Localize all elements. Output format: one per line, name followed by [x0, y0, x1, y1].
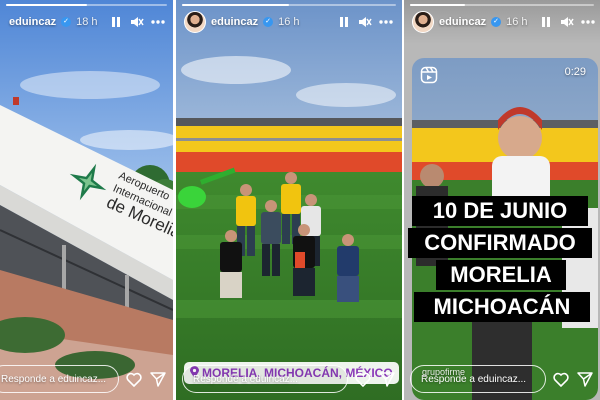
story-header: eduincaz ✓ 16 h [404, 0, 600, 44]
verified-badge-icon: ✓ [263, 17, 274, 27]
pause-icon[interactable] [108, 14, 124, 30]
pause-icon[interactable] [336, 14, 352, 30]
username[interactable]: eduincaz [211, 16, 258, 28]
caption-line-4: MICHOACÁN [414, 292, 590, 322]
mute-icon[interactable] [357, 14, 373, 30]
story-header: eduincaz ✓ 16 h [176, 0, 402, 44]
story-panel-announcement[interactable]: eduincaz ✓ 16 h 0:29 10 DE JUNIO CONFIRM… [404, 0, 600, 400]
heart-icon[interactable] [552, 370, 570, 388]
send-icon[interactable] [378, 370, 396, 388]
story-header: eduincaz ✓ 18 h [0, 0, 173, 44]
verified-badge-icon: ✓ [491, 17, 502, 27]
story-footer: Responde a eduincaz... [182, 364, 396, 394]
story-footer: Responde a eduincaz... [0, 364, 167, 394]
reshare-attribution[interactable]: grupofirme [422, 367, 465, 377]
story-progress-bar [182, 4, 396, 6]
more-icon[interactable] [150, 14, 166, 30]
mute-icon[interactable] [559, 14, 575, 30]
more-icon[interactable] [378, 14, 394, 30]
avatar[interactable] [184, 11, 206, 33]
reply-input[interactable]: Responde a eduincaz... [0, 365, 119, 393]
avatar[interactable] [412, 11, 434, 33]
caption-line-1: 10 DE JUNIO [412, 196, 588, 226]
heart-icon[interactable] [354, 370, 372, 388]
story-panel-stadium[interactable]: eduincaz ✓ 16 h MORELIA, MICHOACÁN, MÉXI… [176, 0, 402, 400]
band-stadium-photo [176, 0, 402, 400]
timestamp: 18 h [76, 16, 98, 28]
story-progress-fill [410, 4, 466, 6]
story-progress-bar [410, 4, 594, 6]
username[interactable]: eduincaz [9, 16, 56, 28]
video-duration: 0:29 [564, 66, 586, 78]
mute-icon[interactable] [129, 14, 145, 30]
airport-photo: Aeropuerto Internacional de Morelia [0, 0, 173, 400]
timestamp: 16 h [278, 16, 300, 28]
heart-icon[interactable] [125, 370, 143, 388]
story-progress-bar [6, 4, 167, 6]
caption-line-3: MORELIA [436, 260, 566, 290]
pause-icon[interactable] [538, 14, 554, 30]
story-panel-airport[interactable]: Aeropuerto Internacional de Morelia edui… [0, 0, 173, 400]
reply-input[interactable]: Responde a eduincaz... [182, 365, 348, 393]
timestamp: 16 h [506, 16, 528, 28]
send-icon[interactable] [149, 370, 167, 388]
story-progress-fill [182, 4, 289, 6]
reel-icon [420, 66, 438, 89]
caption-line-2: CONFIRMADO [408, 228, 592, 258]
verified-badge-icon: ✓ [61, 17, 72, 27]
more-icon[interactable] [580, 14, 596, 30]
story-progress-fill [6, 4, 87, 6]
username[interactable]: eduincaz [439, 16, 486, 28]
send-icon[interactable] [576, 370, 594, 388]
